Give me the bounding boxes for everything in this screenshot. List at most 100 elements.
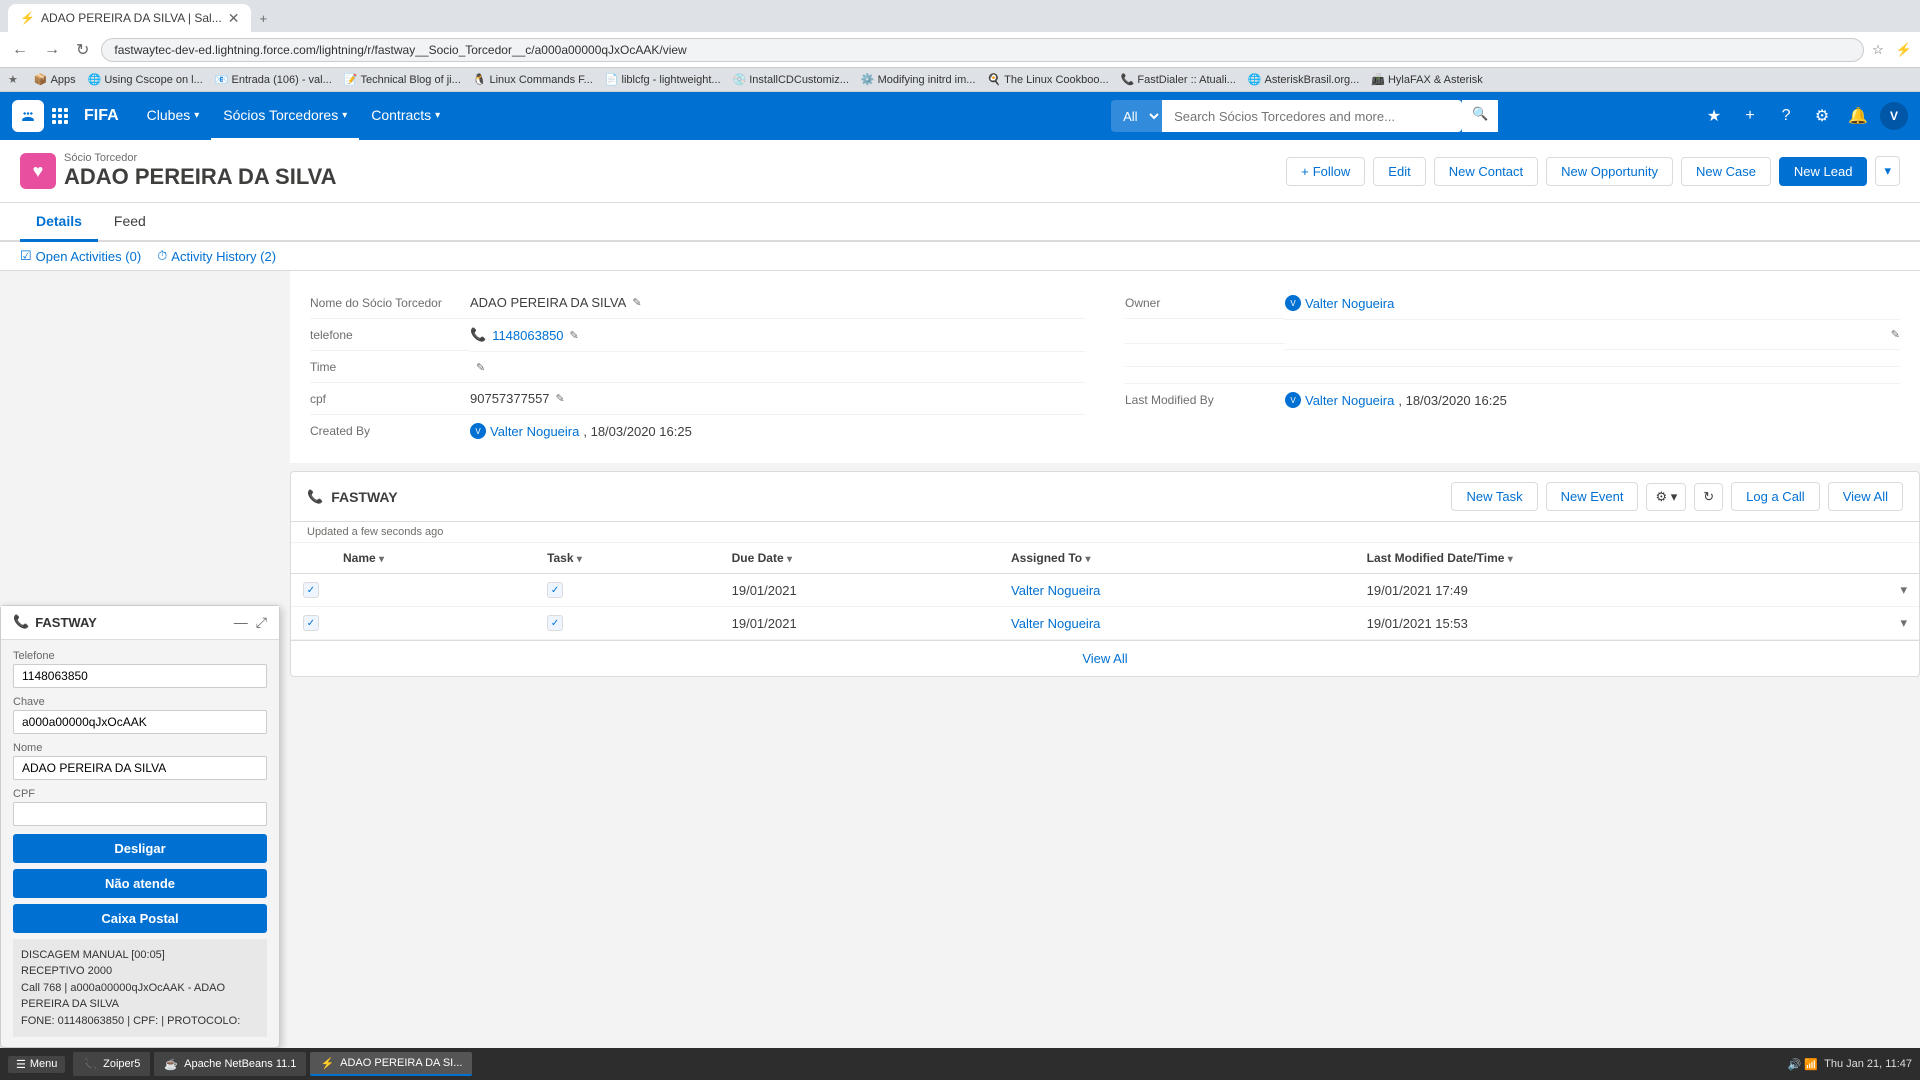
bookmark-4[interactable]: 🐧 Linux Commands F... (473, 73, 593, 86)
bookmark-5[interactable]: 📄 liblcfg - lightweight... (605, 73, 721, 86)
assigned-to-link[interactable]: Valter Nogueira (1011, 583, 1100, 598)
nav-item-socios[interactable]: Sócios Torcedores ▾ (211, 92, 359, 140)
new-case-button[interactable]: New Case (1681, 157, 1771, 186)
search-container: All 🔍 (917, 100, 1692, 132)
bookmark-3[interactable]: 📝 Technical Blog of ji... (344, 73, 461, 86)
taskbar-item-zoiper[interactable]: 📞 Zoiper5 (73, 1052, 150, 1076)
search-icon[interactable]: 🔍 (1462, 100, 1498, 132)
user-avatar[interactable]: V (1880, 102, 1908, 130)
field-value-last-modified: V Valter Nogueira , 18/03/2020 16:25 (1285, 384, 1900, 416)
tab-details[interactable]: Details (20, 203, 98, 242)
taskbar-item-salesforce[interactable]: ⚡ ADAO PEREIRA DA SI... (310, 1052, 472, 1076)
edit-button[interactable]: Edit (1373, 157, 1425, 186)
bookmark-7[interactable]: ⚙️ Modifying initrd im... (861, 73, 976, 86)
row-assigned-to: Valter Nogueira (999, 574, 1355, 607)
bookmark-apps[interactable]: 📦 Apps (34, 73, 76, 86)
caixa-postal-button[interactable]: Caixa Postal (13, 904, 267, 933)
fastway-nome-input[interactable] (13, 756, 267, 780)
bookmark-icon: 💿 (733, 73, 747, 86)
back-button[interactable]: ← (8, 39, 32, 61)
desligar-button[interactable]: Desligar (13, 834, 267, 863)
favorites-icon[interactable]: ★ (1700, 102, 1728, 130)
browser-tab-active[interactable]: ⚡ ADAO PEREIRA DA SILVA | Sal... ✕ (8, 4, 251, 32)
row-more-icon[interactable]: ▾ (1900, 582, 1907, 597)
fastway-telefone-input[interactable] (13, 664, 267, 688)
row-assigned-to: Valter Nogueira (999, 607, 1355, 640)
expand-button[interactable]: ⤢ (256, 614, 267, 631)
log-call-button[interactable]: Log a Call (1731, 482, 1820, 511)
last-modified-link[interactable]: Valter Nogueira (1305, 393, 1394, 408)
bookmark-1[interactable]: 🌐 Using Cscope on l... (88, 73, 203, 86)
nao-atende-button[interactable]: Não atende (13, 869, 267, 898)
new-task-button[interactable]: New Task (1451, 482, 1537, 511)
extension-icon[interactable]: ⚡ (1896, 42, 1912, 58)
edit-icon[interactable]: ✎ (476, 361, 485, 374)
tab-close-button[interactable]: ✕ (228, 10, 240, 27)
address-bar[interactable] (101, 38, 1864, 62)
activity-history-link[interactable]: ⏱ Activity History (2) (157, 248, 276, 264)
activities-title: FASTWAY (331, 489, 397, 505)
bookmark-star-icon[interactable]: ☆ (1872, 42, 1884, 58)
table-view-all[interactable]: View All (291, 640, 1919, 676)
settings-icon[interactable]: ⚙ ▾ (1646, 483, 1686, 511)
assigned-to-link[interactable]: Valter Nogueira (1011, 616, 1100, 631)
field-label-time: Time (310, 352, 470, 383)
taskbar-items: 📞 Zoiper5 ☕ Apache NetBeans 11.1 ⚡ ADAO … (73, 1052, 472, 1076)
taskbar-item-netbeans[interactable]: ☕ Apache NetBeans 11.1 (154, 1052, 306, 1076)
new-lead-button[interactable]: New Lead (1779, 157, 1868, 186)
row-checkbox[interactable]: ✓ (303, 582, 319, 598)
new-tab-button[interactable]: + (251, 7, 275, 30)
bookmark-2[interactable]: 📧 Entrada (106) - val... (215, 73, 332, 86)
bookmark-9[interactable]: 📞 FastDialer :: Atuali... (1121, 73, 1236, 86)
row-checkbox[interactable]: ✓ (303, 615, 319, 631)
edit-icon[interactable]: ✎ (632, 296, 641, 309)
more-actions-button[interactable]: ▾ (1875, 156, 1900, 186)
add-icon[interactable]: + (1736, 102, 1764, 130)
col-assigned-to[interactable]: Assigned To ▾ (999, 543, 1355, 574)
view-all-button[interactable]: View All (1828, 482, 1903, 511)
follow-button[interactable]: + Follow (1286, 157, 1365, 186)
new-event-button[interactable]: New Event (1546, 482, 1639, 511)
start-button[interactable]: ☰ Menu (8, 1056, 65, 1073)
bookmark-11[interactable]: 📠 HylaFAX & Asterisk (1371, 73, 1482, 86)
help-icon[interactable]: ? (1772, 102, 1800, 130)
setup-icon[interactable]: ⚙ (1808, 102, 1836, 130)
minimize-button[interactable]: — (234, 614, 248, 631)
owner-link[interactable]: Valter Nogueira (1305, 296, 1394, 311)
task-checkbox[interactable]: ✓ (547, 615, 563, 631)
forward-button[interactable]: → (40, 39, 64, 61)
new-contact-button[interactable]: New Contact (1434, 157, 1538, 186)
open-activities-link[interactable]: ☑ Open Activities (0) (20, 248, 141, 264)
col-task[interactable]: Task ▾ (535, 543, 720, 574)
col-name[interactable]: Name ▾ (331, 543, 535, 574)
app-name[interactable]: FIFA (84, 107, 119, 125)
notifications-icon[interactable]: 🔔 (1844, 102, 1872, 130)
fastway-chave-input[interactable] (13, 710, 267, 734)
edit-icon[interactable]: ✎ (556, 392, 565, 405)
apps-grid-button[interactable] (52, 108, 68, 124)
col-due-date[interactable]: Due Date ▾ (720, 543, 999, 574)
bookmark-6[interactable]: 💿 InstallCDCustomiz... (733, 73, 849, 86)
created-by-link[interactable]: Valter Nogueira (490, 424, 579, 439)
edit-icon-right[interactable]: ✎ (1891, 328, 1900, 341)
nav-item-clubes[interactable]: Clubes ▾ (135, 92, 212, 140)
reload-button[interactable]: ↻ (72, 38, 93, 62)
search-scope-select[interactable]: All (1111, 100, 1162, 132)
sf-logo[interactable] (12, 100, 44, 132)
refresh-icon[interactable]: ↻ (1694, 483, 1723, 511)
col-last-modified[interactable]: Last Modified Date/Time ▾ (1355, 543, 1889, 574)
new-opportunity-button[interactable]: New Opportunity (1546, 157, 1673, 186)
fastway-cpf-input[interactable] (13, 802, 267, 826)
edit-icon[interactable]: ✎ (570, 329, 579, 342)
search-input[interactable] (1162, 100, 1462, 132)
task-checkbox[interactable]: ✓ (547, 582, 563, 598)
field-edit-right: ✎ (1285, 320, 1900, 350)
tab-feed[interactable]: Feed (98, 203, 162, 242)
update-time: Updated a few seconds ago (291, 522, 1919, 543)
row-more-icon[interactable]: ▾ (1900, 615, 1907, 630)
fastway-chave-field: Chave (13, 696, 267, 734)
bookmark-10[interactable]: 🌐 AsteriskBrasil.org... (1248, 73, 1359, 86)
bookmark-8[interactable]: 🍳 The Linux Cookboo... (987, 73, 1108, 86)
telefone-link[interactable]: 1148063850 (492, 328, 563, 343)
nav-item-contracts[interactable]: Contracts ▾ (359, 92, 452, 140)
